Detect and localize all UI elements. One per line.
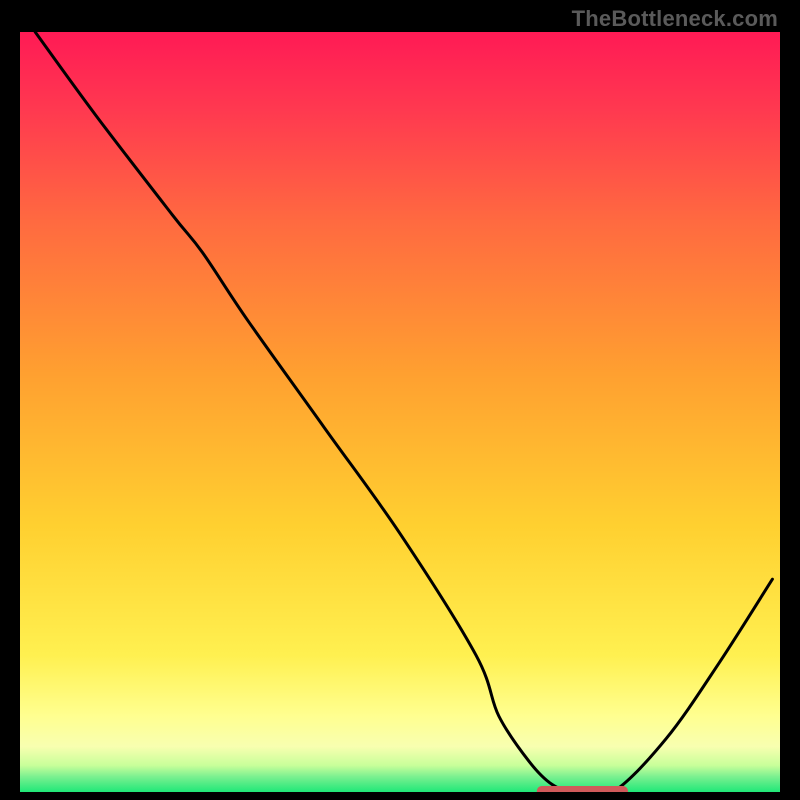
gradient-background <box>20 32 780 792</box>
chart-frame <box>20 32 780 792</box>
watermark-text: TheBottleneck.com <box>572 6 778 32</box>
bottleneck-chart <box>20 32 780 792</box>
optimal-range-marker <box>537 786 628 792</box>
